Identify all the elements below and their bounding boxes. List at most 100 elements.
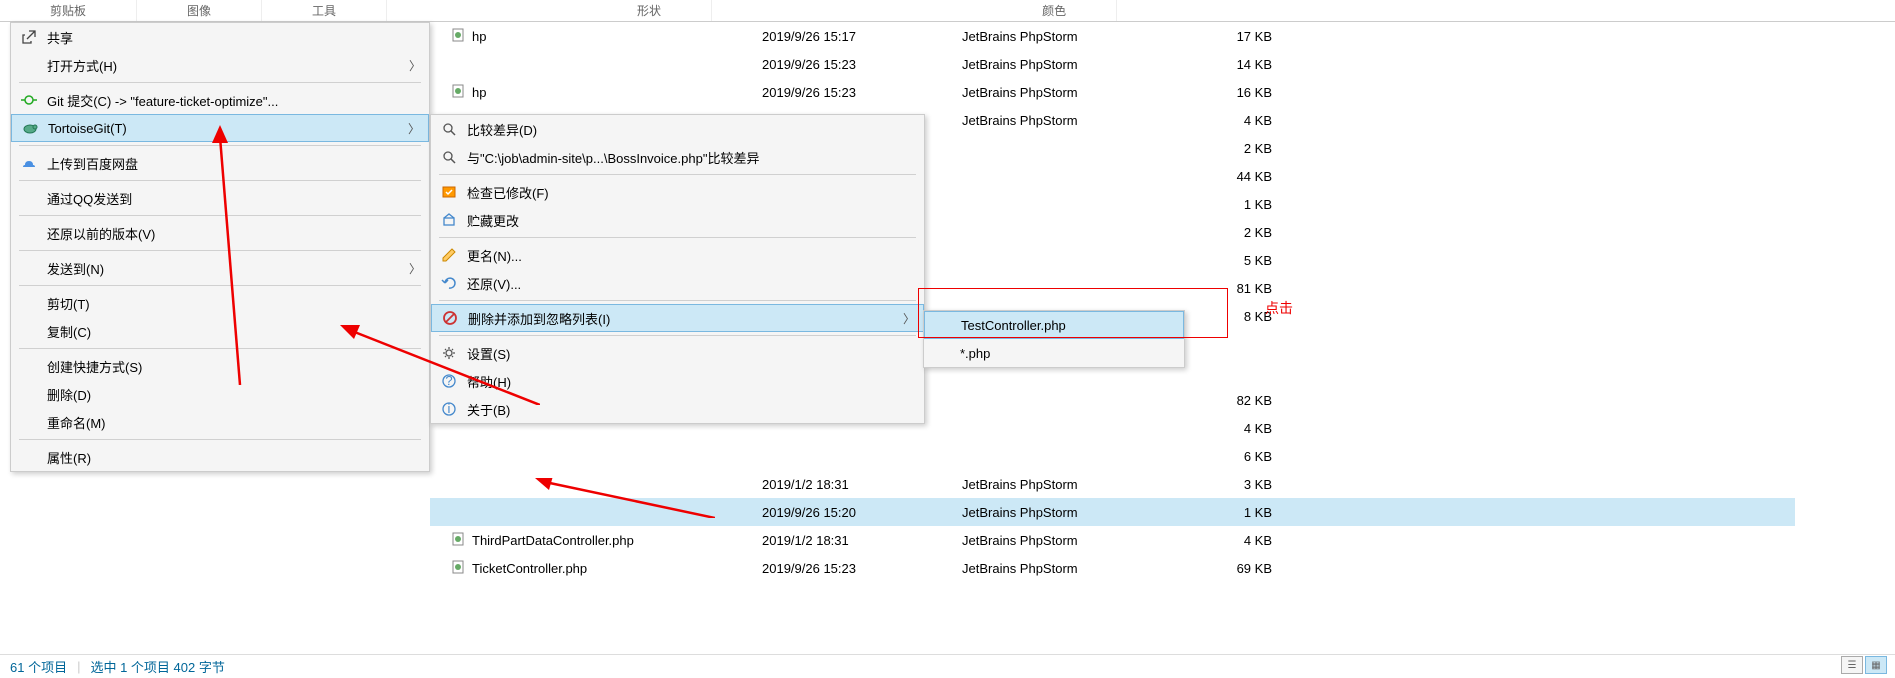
file-size: 6 KB: [1182, 449, 1272, 464]
menu-cut[interactable]: 剪切(T): [11, 289, 429, 317]
tab-shapes[interactable]: 形状: [587, 0, 712, 21]
menu-share[interactable]: 共享: [11, 23, 429, 51]
ribbon-tabs: 剪贴板 图像 工具 形状 颜色: [0, 0, 1895, 22]
menu-upload-baidu[interactable]: 上传到百度网盘: [11, 149, 429, 177]
block-icon: [440, 308, 460, 328]
file-size: 2 KB: [1182, 225, 1272, 240]
menu-label: 共享: [47, 28, 73, 47]
menu-diff-with[interactable]: 与"C:\job\admin-site\p...\BossInvoice.php…: [431, 143, 924, 171]
menu-ignore-ext[interactable]: *.php: [924, 339, 1184, 367]
diff-icon: [439, 147, 459, 167]
file-size: 1 KB: [1182, 505, 1272, 520]
file-row[interactable]: 2019/9/26 15:23JetBrains PhpStorm14 KB: [430, 50, 1795, 78]
menu-del-ignore[interactable]: 删除并添加到忽略列表(I) 〉: [431, 304, 924, 332]
menu-rename-git[interactable]: 更名(N)...: [431, 241, 924, 269]
menu-label: 打开方式(H): [47, 56, 117, 75]
menu-label: 发送到(N): [47, 259, 104, 278]
tab-colors[interactable]: 颜色: [992, 0, 1117, 21]
file-size: 4 KB: [1182, 533, 1272, 548]
info-icon: i: [439, 399, 459, 419]
menu-label: 比较差异(D): [467, 120, 537, 139]
svg-text:?: ?: [445, 373, 452, 388]
menu-delete[interactable]: 删除(D): [11, 380, 429, 408]
menu-label: 删除并添加到忽略列表(I): [468, 309, 610, 328]
menu-label: 重命名(M): [47, 413, 106, 432]
menu-send-qq[interactable]: 通过QQ发送到: [11, 184, 429, 212]
menu-stash[interactable]: 贮藏更改: [431, 206, 924, 234]
file-row[interactable]: ThirdPartDataController.php2019/1/2 18:3…: [430, 526, 1795, 554]
file-type: JetBrains PhpStorm: [962, 113, 1182, 128]
file-type: JetBrains PhpStorm: [962, 85, 1182, 100]
file-row[interactable]: 2019/1/2 18:31JetBrains PhpStorm3 KB: [430, 470, 1795, 498]
menu-label: 还原(V)...: [467, 274, 521, 293]
menu-diff[interactable]: 比较差异(D): [431, 115, 924, 143]
file-type: JetBrains PhpStorm: [962, 57, 1182, 72]
menu-tortoise-git[interactable]: TortoiseGit(T)〉: [11, 114, 429, 142]
php-file-icon: [450, 27, 466, 46]
file-name: hp: [472, 85, 486, 100]
menu-help[interactable]: ?帮助(H): [431, 367, 924, 395]
tab-clipboard[interactable]: 剪贴板: [0, 0, 137, 21]
file-size: 14 KB: [1182, 57, 1272, 72]
menu-label: 还原以前的版本(V): [47, 224, 155, 243]
menu-label: *.php: [960, 346, 990, 361]
file-size: 81 KB: [1182, 281, 1272, 296]
file-name: TicketController.php: [472, 561, 587, 576]
revert-icon: [439, 273, 459, 293]
menu-label: TestController.php: [961, 318, 1066, 333]
menu-ignore-file[interactable]: TestController.php: [924, 311, 1184, 339]
view-large-icon[interactable]: ▦: [1865, 656, 1887, 674]
menu-open-with[interactable]: 打开方式(H)〉: [11, 51, 429, 79]
menu-about[interactable]: i 关于(B): [431, 395, 924, 423]
menu-label: 贮藏更改: [467, 211, 519, 230]
context-menu-main: 共享 打开方式(H)〉 Git 提交(C) -> "feature-ticket…: [10, 22, 430, 472]
file-size: 17 KB: [1182, 29, 1272, 44]
menu-label: 与"C:\job\admin-site\p...\BossInvoice.php…: [467, 148, 759, 167]
menu-git-commit[interactable]: Git 提交(C) -> "feature-ticket-optimize"..…: [11, 86, 429, 114]
menu-properties[interactable]: 属性(R): [11, 443, 429, 471]
menu-revert[interactable]: 还原(V)...: [431, 269, 924, 297]
file-row[interactable]: TicketController.php2019/9/26 15:23JetBr…: [430, 554, 1795, 582]
file-row[interactable]: hp2019/9/26 15:17JetBrains PhpStorm17 KB: [430, 22, 1795, 50]
baidu-icon: [19, 153, 39, 173]
menu-label: 设置(S): [467, 344, 510, 363]
menu-label: Git 提交(C) -> "feature-ticket-optimize"..…: [47, 91, 278, 110]
chevron-right-icon: 〉: [409, 260, 421, 277]
menu-shortcut[interactable]: 创建快捷方式(S): [11, 352, 429, 380]
submenu-ignore-list: TestController.php *.php: [923, 310, 1185, 368]
stash-icon: [439, 210, 459, 230]
menu-label: 关于(B): [467, 400, 510, 419]
menu-rename[interactable]: 重命名(M): [11, 408, 429, 436]
menu-label: TortoiseGit(T): [48, 121, 127, 136]
help-icon: ?: [439, 371, 459, 391]
file-date: 2019/9/26 15:23: [762, 561, 962, 576]
menu-send-to[interactable]: 发送到(N) 〉: [11, 254, 429, 282]
file-date: 2019/9/26 15:17: [762, 29, 962, 44]
menu-check-mod[interactable]: 检查已修改(F): [431, 178, 924, 206]
menu-restore-prev[interactable]: 还原以前的版本(V): [11, 219, 429, 247]
file-size: 4 KB: [1182, 421, 1272, 436]
file-row[interactable]: hp2019/9/26 15:23JetBrains PhpStorm16 KB: [430, 78, 1795, 106]
php-file-icon: [450, 83, 466, 102]
file-row[interactable]: 2019/9/26 15:20JetBrains PhpStorm1 KB: [430, 498, 1795, 526]
menu-label: 创建快捷方式(S): [47, 357, 142, 376]
file-type: JetBrains PhpStorm: [962, 533, 1182, 548]
file-size: 8 KB: [1182, 309, 1272, 324]
status-bar: 61 个项目 | 选中 1 个项目 402 字节: [0, 654, 1895, 678]
file-size: 16 KB: [1182, 85, 1272, 100]
menu-settings[interactable]: 设置(S): [431, 339, 924, 367]
menu-label: 检查已修改(F): [467, 183, 549, 202]
menu-label: 删除(D): [47, 385, 91, 404]
status-item-count: 61 个项目: [10, 657, 67, 676]
file-date: 2019/1/2 18:31: [762, 477, 962, 492]
menu-copy[interactable]: 复制(C): [11, 317, 429, 345]
file-size: 4 KB: [1182, 113, 1272, 128]
diff-icon: [439, 119, 459, 139]
file-row[interactable]: 6 KB: [430, 442, 1795, 470]
chevron-right-icon: 〉: [903, 310, 915, 327]
tab-image[interactable]: 图像: [137, 0, 262, 21]
view-mode-icons: ☰ ▦: [1841, 656, 1887, 674]
git-commit-icon: [19, 90, 39, 110]
tab-tools[interactable]: 工具: [262, 0, 387, 21]
view-details-icon[interactable]: ☰: [1841, 656, 1863, 674]
